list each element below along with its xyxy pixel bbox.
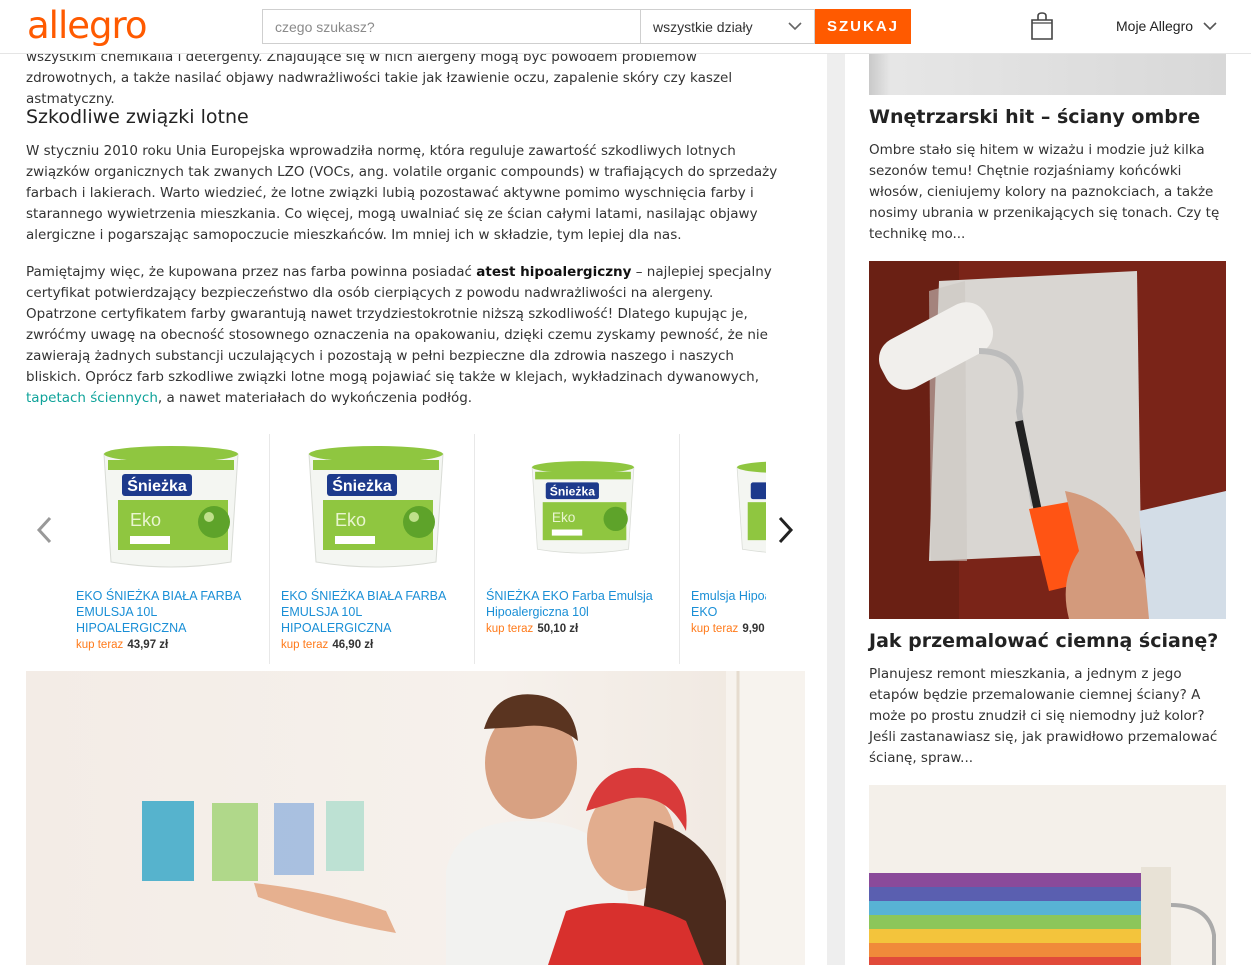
related-article-title[interactable]: Jak przemalować ciemną ścianę?	[869, 630, 1218, 652]
text: – najlepiej specjalny certyfikat potwier…	[26, 264, 772, 385]
article-paragraph: Pamiętajmy więc, że kupowana przez nas f…	[0, 262, 810, 409]
search-input[interactable]	[262, 9, 640, 44]
arrow-right-icon[interactable]	[772, 512, 800, 548]
price-value: 46,90 zł	[332, 639, 374, 651]
line-label: Eko	[130, 510, 161, 530]
product-name[interactable]: EKO ŚNIEŻKA BIAŁA FARBA EMULSJA 10L HIPO…	[76, 588, 259, 636]
product-price: kup teraz 50,10 zł	[486, 623, 669, 635]
paint-bucket-image[interactable]: Śnieżka Eko	[506, 434, 656, 574]
product-carousel: Śnieżka Eko EKO ŚNIEŻKA BIAŁA FARBA EMUL…	[26, 434, 806, 664]
chevron-down-icon	[788, 22, 802, 31]
wallpaper-link[interactable]: tapetach ściennych	[26, 390, 158, 406]
product-price: kup teraz 43,97 zł	[76, 639, 259, 651]
couple-painting-photo	[26, 671, 805, 965]
paint-bucket-image[interactable]: Śnieżka Eko	[96, 434, 246, 574]
search-button[interactable]: SZUKAJ	[815, 9, 911, 44]
article-paragraph: W styczniu 2010 roku Unia Europejska wpr…	[26, 143, 778, 243]
related-article-title[interactable]: Wnętrzarski hit – ściany ombre	[869, 106, 1200, 128]
product-name[interactable]: ŚNIEŻKA EKO Farba Emulsja Hipoalergiczna…	[486, 588, 669, 620]
price-value: 50,10 zł	[537, 623, 579, 635]
paint-bucket-image[interactable]	[711, 434, 766, 574]
bold-text: atest hipoalergiczny	[476, 264, 632, 280]
search-bar: wszystkie działy SZUKAJ	[262, 9, 911, 44]
category-select[interactable]: wszystkie działy	[640, 9, 815, 44]
rainbow-wall-photo[interactable]	[869, 785, 1226, 965]
product-name[interactable]: EKO ŚNIEŻKA BIAŁA FARBA EMULSJA 10L HIPO…	[281, 588, 464, 636]
related-articles-sidebar: Wnętrzarski hit – ściany ombre Ombre sta…	[845, 54, 1251, 965]
paint-roller-photo[interactable]	[869, 261, 1226, 619]
brand-label: Śnieżka	[332, 476, 392, 495]
text: Pamiętajmy więc, że kupowana przez nas f…	[26, 264, 477, 280]
arrow-left-icon[interactable]	[30, 512, 58, 548]
line-label: Eko	[552, 510, 576, 525]
brand-label: Śnieżka	[127, 476, 187, 495]
section-heading: Szkodliwe związki lotne	[26, 106, 249, 128]
account-menu-label: Moje Allegro	[1116, 18, 1194, 34]
product-price: kup teraz9,90 zł	[691, 623, 766, 635]
related-article-excerpt: Planujesz remont mieszkania, a jednym z …	[869, 666, 1218, 766]
category-select-label: wszystkie działy	[653, 18, 753, 35]
product-price: kup teraz 46,90 zł	[281, 639, 464, 651]
carousel-track: Śnieżka Eko EKO ŚNIEŻKA BIAŁA FARBA EMUL…	[66, 434, 766, 664]
article-column: wszystkim chemikalia i detergenty. Znajd…	[0, 54, 827, 965]
account-menu[interactable]: Moje Allegro	[1116, 18, 1217, 34]
related-article-excerpt: Ombre stało się hitem w wizażu i modzie …	[869, 142, 1220, 242]
product-name[interactable]: Emulsja Hipoalergiczna Śnieżka EKO	[691, 588, 766, 620]
allegro-logo[interactable]: allegro	[27, 4, 148, 47]
price-value: 9,90 zł	[742, 623, 766, 635]
header: allegro wszystkie działy SZUKAJ Moje All…	[0, 0, 1251, 54]
buy-now-label: kup teraz	[691, 623, 739, 635]
line-label: Eko	[335, 510, 366, 530]
product-card[interactable]: Śnieżka Eko ŚNIEŻKA EKO Farba Emulsja Hi…	[476, 434, 680, 664]
product-card[interactable]: Emulsja Hipoalergiczna Śnieżka EKO kup t…	[681, 434, 766, 664]
buy-now-label: kup teraz	[76, 639, 124, 651]
buy-now-label: kup teraz	[281, 639, 329, 651]
chevron-down-icon	[1203, 21, 1217, 30]
text: , a nawet materiałach do wykończenia pod…	[157, 390, 473, 406]
article-paragraph: wszystkim chemikalia i detergenty. Znajd…	[26, 54, 733, 107]
product-card[interactable]: Śnieżka Eko EKO ŚNIEŻKA BIAŁA FARBA EMUL…	[271, 434, 475, 664]
product-card[interactable]: Śnieżka Eko EKO ŚNIEŻKA BIAŁA FARBA EMUL…	[66, 434, 270, 664]
price-value: 43,97 zł	[127, 639, 169, 651]
cart-icon[interactable]	[1030, 12, 1054, 40]
article-thumbnail[interactable]	[869, 54, 1226, 95]
paint-bucket-image[interactable]: Śnieżka Eko	[301, 434, 451, 574]
brand-label: Śnieżka	[550, 483, 596, 498]
buy-now-label: kup teraz	[486, 623, 534, 635]
